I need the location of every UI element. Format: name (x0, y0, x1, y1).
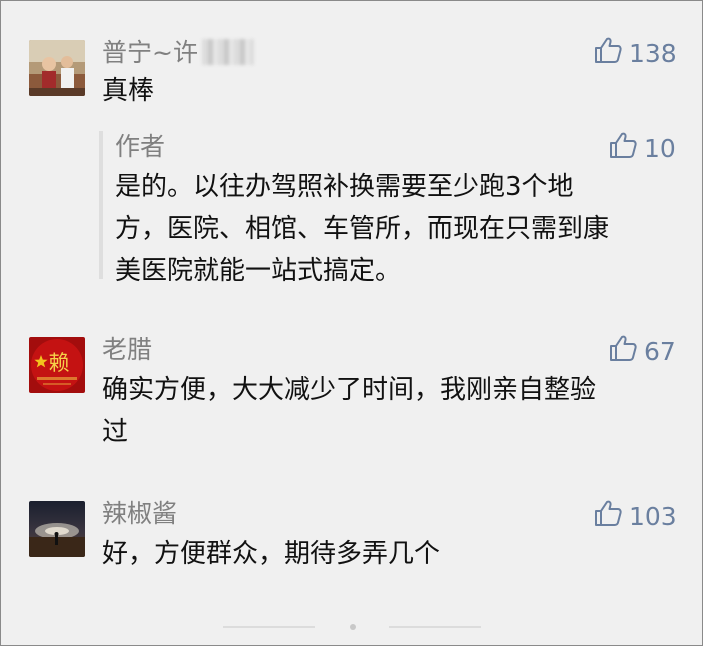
thumbs-up-icon (593, 35, 623, 71)
like-button[interactable]: 67 (608, 334, 676, 368)
reply-text: 是的。以往办驾照补换需要至少跑3个地 方，医院、相馆、车管所，而现在只需到康 美… (115, 166, 609, 292)
comment-list: 普宁~许 138 真棒 作者 10 是的。以往办驾照补换需要至少跑3个地 方，医… (0, 0, 703, 646)
thumbs-up-icon (608, 130, 638, 166)
comment-nickname[interactable]: 老腊 (102, 334, 152, 366)
avatar[interactable]: 赖 (29, 337, 85, 393)
like-count: 103 (629, 501, 677, 531)
reply-text-line: 美医院就能一站式搞定。 (115, 256, 402, 286)
avatar-glyph: 赖 (49, 351, 70, 375)
comment-text: 好，方便群众，期待多弄几个 (102, 533, 440, 575)
like-count: 138 (629, 38, 677, 68)
like-count: 67 (644, 336, 676, 366)
reply-text-line: 方，医院、相馆、车管所，而现在只需到康 (115, 214, 610, 244)
avatar[interactable] (29, 501, 85, 557)
end-divider-left (223, 626, 315, 628)
reply-author: 作者 (115, 132, 166, 161)
redacted-name-blur (201, 39, 254, 65)
thumbs-up-icon (608, 333, 638, 369)
like-count: 10 (644, 133, 676, 163)
thumbs-up-icon (593, 498, 623, 534)
comment-nickname[interactable]: 辣椒酱 (102, 498, 177, 530)
avatar[interactable] (29, 40, 85, 96)
like-button[interactable]: 10 (608, 131, 676, 165)
like-button[interactable]: 103 (593, 499, 677, 533)
comment-text-line: 好，方便群众，期待多弄几个 (102, 539, 441, 569)
like-button[interactable]: 138 (593, 36, 677, 70)
comment-text: 确实方便，大大减少了时间，我刚亲自整验 过 (102, 369, 596, 453)
reply-text-line: 是的。以往办驾照补换需要至少跑3个地 (115, 172, 574, 202)
comment-text-line: 确实方便，大大减少了时间，我刚亲自整验 (102, 375, 597, 405)
comment-text-line: 过 (102, 417, 129, 447)
comment-text: 真棒 (102, 76, 155, 106)
end-divider-dot (350, 624, 356, 630)
end-divider-right (389, 626, 481, 628)
comment-nickname[interactable]: 普宁~许 (102, 37, 254, 69)
reply-indicator-bar (99, 131, 103, 279)
